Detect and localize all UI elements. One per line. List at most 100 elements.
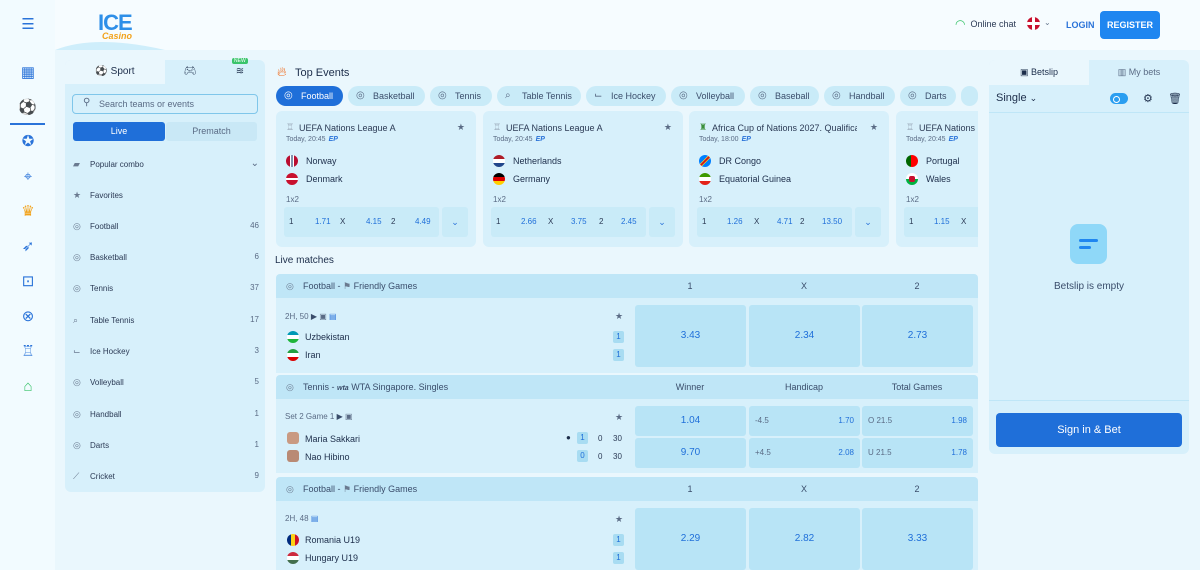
register-button[interactable]: REGISTER [1100, 11, 1160, 39]
odds-row[interactable]: 1 1.26 X 4.71 2 13.50 [697, 207, 852, 237]
sidebar-item-label: Tennis [90, 284, 114, 293]
chip-basketball[interactable]: ◎ Basketball [348, 86, 425, 106]
menu-icon[interactable]: ☰ [19, 16, 37, 34]
odd-value[interactable]: 1.26 [727, 217, 743, 226]
odd-button[interactable]: 1.04 [635, 406, 746, 436]
top-events-title: Top Events [295, 67, 350, 79]
chip-baseball[interactable]: ◎ Baseball [750, 86, 819, 106]
event-card[interactable]: ♖ UEFA Nations League A ★ Today, 20:45 EP… [483, 111, 683, 247]
chip-tennis[interactable]: ◎ Tennis [430, 86, 492, 106]
group-header[interactable]: ◎ Football - ⚑ Friendly Games 1 X 2 [276, 477, 978, 501]
match-row[interactable]: 2H, 50 ▶ ▣ ▤ ★ Uzbekistan 1 Iran 1 3.43 … [276, 298, 978, 373]
sidebar-item-volleyball[interactable]: ◎ Volleyball 5 [73, 374, 259, 390]
odd-value[interactable]: 1.15 [934, 217, 950, 226]
chip-volleyball[interactable]: ◎ Volleyball [671, 86, 745, 106]
chevron-down-icon[interactable]: ⌄ [1044, 18, 1051, 27]
basketball-icon[interactable]: ⊗ [19, 308, 37, 326]
casino-icon[interactable]: ♛ [19, 203, 37, 221]
event-time: Today, 20:45 EP [906, 136, 958, 143]
event-card[interactable]: ♜ Africa Cup of Nations 2027. Qualifica … [689, 111, 889, 247]
odd-value[interactable]: 13.50 [822, 217, 842, 226]
rocket-icon[interactable]: ➶ [19, 238, 37, 256]
match-row[interactable]: Set 2 Game 1 ▶ ▣ ★ Maria Sakkari ● 1 0 3… [276, 399, 978, 473]
match-row[interactable]: 2H, 48 ▤ ★ Romania U19 1 Hungary U19 1 2… [276, 501, 978, 570]
odd-button[interactable]: 2.29 [635, 508, 746, 570]
tab-my-bets[interactable]: ▥ My bets [1089, 60, 1189, 85]
odd-button[interactable]: 2.82 [749, 508, 860, 570]
group-header[interactable]: ◎ Tennis - wta WTA Singapore. Singles Wi… [276, 375, 978, 399]
handicap-button[interactable]: +4.5 2.08 [749, 438, 860, 468]
bet-type-select[interactable]: Single ⌄ [996, 92, 1037, 104]
odd-value[interactable]: 4.15 [366, 217, 382, 226]
chip-handball[interactable]: ◎ Handball [824, 86, 895, 106]
android-icon[interactable]: ⌂ [19, 378, 37, 396]
odd-value[interactable]: 4.49 [415, 217, 431, 226]
tag-icon[interactable]: ⌖ [19, 168, 37, 186]
tab-betslip[interactable]: ▣ Betslip [989, 60, 1089, 85]
handicap-button[interactable]: -4.5 1.70 [749, 406, 860, 436]
quick-bet-toggle[interactable] [1110, 93, 1128, 104]
odd-value[interactable]: 3.75 [571, 217, 587, 226]
total-button[interactable]: O 21.5 1.98 [862, 406, 973, 436]
odd-value[interactable]: 1.71 [315, 217, 331, 226]
chip-football[interactable]: ◎ Football [276, 86, 343, 106]
sidebar-item-darts[interactable]: ◎ Darts 1 [73, 437, 259, 453]
grid-icon[interactable]: ▦ [19, 64, 37, 82]
trophy-icon[interactable]: ♖ [19, 343, 37, 361]
sidebar-item-tennis[interactable]: ◎ Tennis 37 [73, 280, 259, 296]
odds-row[interactable]: 1 2.66 X 3.75 2 2.45 [491, 207, 646, 237]
odd-button[interactable]: 9.70 [635, 438, 746, 468]
odd-value[interactable]: 2.45 [621, 217, 637, 226]
star-icon[interactable]: ★ [870, 122, 878, 133]
tab-esports[interactable]: 🎮︎ [165, 60, 215, 84]
odd-button[interactable]: 2.73 [862, 305, 973, 367]
odd-button[interactable]: 3.33 [862, 508, 973, 570]
shop-icon[interactable]: ⊡ [19, 273, 37, 291]
sidebar-item-ice-hockey[interactable]: ⌙ Ice Hockey 3 [73, 343, 259, 359]
event-card[interactable]: ♖ UEFA Nations Today, 20:45 EP Portugal W… [896, 111, 978, 247]
odd-button[interactable]: 3.43 [635, 305, 746, 367]
total-button[interactable]: U 21.5 1.78 [862, 438, 973, 468]
wta-icon: wta [337, 385, 349, 392]
odd-button[interactable]: 2.34 [749, 305, 860, 367]
star-icon[interactable]: ★ [457, 122, 465, 133]
star-icon[interactable]: ★ [615, 311, 623, 322]
sidebar-item-basketball[interactable]: ◎ Basketball 6 [73, 249, 259, 265]
award-icon[interactable]: ✪ [19, 133, 37, 151]
tab-sport[interactable]: ⚽ Sport [65, 60, 165, 84]
chip-table-tennis[interactable]: ⌕ Table Tennis [497, 86, 581, 106]
odds-row[interactable]: 1 1.71 X 4.15 2 4.49 [284, 207, 439, 237]
chip-more[interactable] [961, 86, 978, 106]
trash-icon[interactable]: 🗑︎ [1168, 92, 1182, 105]
live-toggle[interactable]: Live [73, 122, 165, 141]
sidebar-item-popular-combo[interactable]: ▰ Popular combo ⌄ [73, 156, 259, 172]
expand-markets-button[interactable]: ⌄ [855, 207, 881, 237]
col-header: Handicap [784, 382, 824, 392]
star-icon[interactable]: ★ [615, 412, 623, 423]
odds-row[interactable]: 1 1.15 X [904, 207, 978, 237]
uk-flag-icon[interactable] [1027, 17, 1040, 30]
group-header[interactable]: ◎ Football - ⚑ Friendly Games 1 X 2 [276, 274, 978, 298]
odd-value[interactable]: 4.71 [777, 217, 793, 226]
sidebar-item-table-tennis[interactable]: ⌕ Table Tennis 17 [73, 312, 259, 328]
sidebar-item-football[interactable]: ◎ Football 46 [73, 218, 259, 234]
search-input[interactable]: Search teams or events [72, 94, 258, 114]
expand-markets-button[interactable]: ⌄ [649, 207, 675, 237]
odd-value[interactable]: 2.66 [521, 217, 537, 226]
sidebar-item-favorites[interactable]: ★ Favorites [73, 187, 259, 203]
sidebar-item-handball[interactable]: ◎ Handball 1 [73, 406, 259, 422]
login-button[interactable]: LOGIN [1066, 20, 1095, 30]
logo[interactable]: Casino ICE [98, 10, 133, 41]
sidebar-item-cricket[interactable]: ⟋ Cricket 9 [73, 468, 259, 484]
star-icon[interactable]: ★ [664, 122, 672, 133]
prematch-toggle[interactable]: Prematch [166, 122, 257, 141]
star-icon[interactable]: ★ [615, 514, 623, 525]
sport-icon[interactable]: ⚽ [10, 98, 45, 125]
settings-icon[interactable]: ⚙ [1143, 92, 1153, 105]
chip-ice-hockey[interactable]: ⌙ Ice Hockey [586, 86, 666, 106]
sign-in-bet-button[interactable]: Sign in & Bet [996, 413, 1182, 447]
chip-darts[interactable]: ◎ Darts [900, 86, 956, 106]
expand-markets-button[interactable]: ⌄ [442, 207, 468, 237]
online-chat[interactable]: ◠ Online chat [955, 17, 1016, 31]
event-card[interactable]: ♖ UEFA Nations League A ★ Today, 20:45 EP… [276, 111, 476, 247]
